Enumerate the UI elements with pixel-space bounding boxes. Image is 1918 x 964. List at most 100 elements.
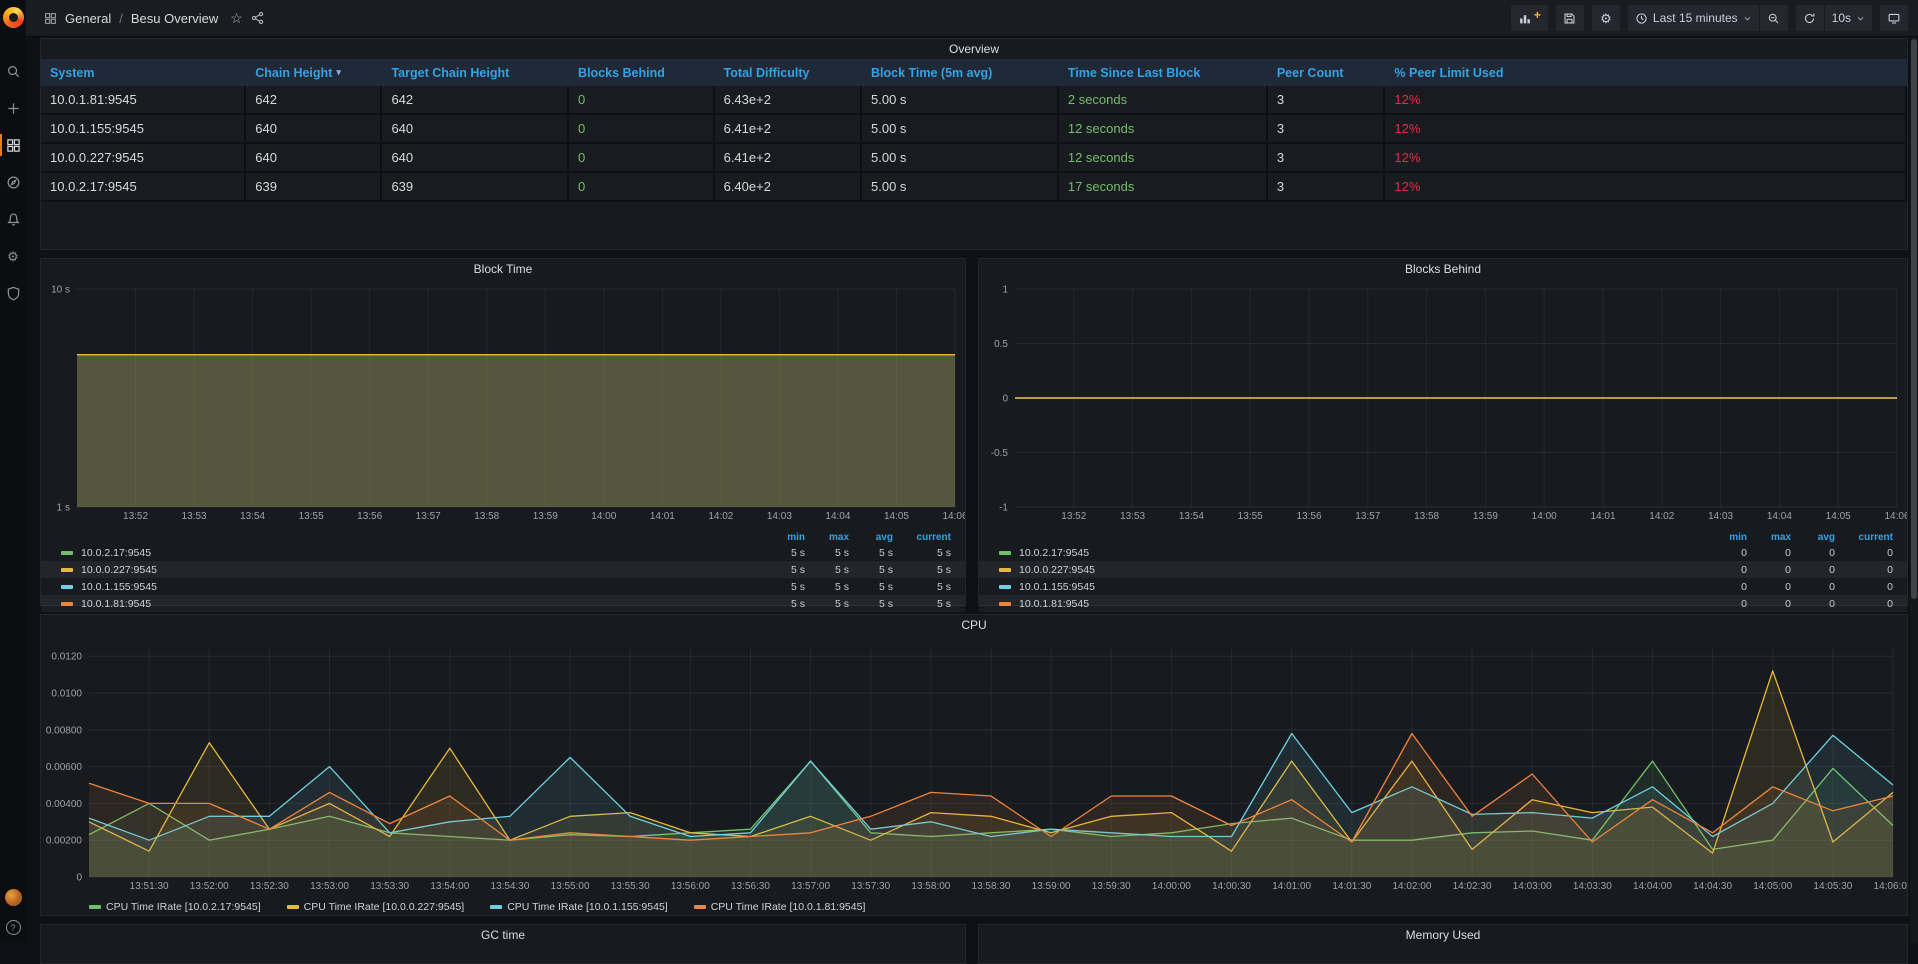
series-name[interactable]: 10.0.0.227:9545 (79, 564, 761, 576)
legend-stat-min[interactable]: min (1703, 532, 1747, 543)
share-icon[interactable] (251, 11, 265, 25)
grafana-logo[interactable] (3, 7, 24, 28)
sidebar-item-search[interactable] (0, 62, 26, 80)
svg-text:0.00200: 0.00200 (46, 836, 83, 847)
cycle-view-mode-button[interactable] (1880, 5, 1908, 31)
cell-time_since: 17 seconds (1059, 173, 1268, 202)
panel-title-memory-used[interactable]: Memory Used (979, 925, 1907, 945)
scrollbar-track[interactable] (1910, 37, 1918, 943)
svg-text:13:59: 13:59 (533, 511, 558, 522)
sidebar-item-server-admin[interactable] (0, 284, 26, 302)
blocks-behind-chart[interactable]: 13:5213:5313:5413:5513:5613:5713:5813:59… (979, 279, 1907, 523)
svg-text:13:52:00: 13:52:00 (190, 881, 229, 892)
user-avatar[interactable] (5, 889, 22, 906)
panel-title-block-time[interactable]: Block Time (41, 259, 965, 279)
legend-stat-min[interactable]: min (761, 532, 805, 543)
save-dashboard-button[interactable] (1556, 5, 1584, 31)
column-header-block_time[interactable]: Block Time (5m avg) (862, 59, 1059, 86)
svg-text:13:57: 13:57 (1355, 511, 1380, 522)
series-swatch-icon[interactable] (61, 551, 73, 555)
legend-stat-avg[interactable]: avg (849, 532, 893, 543)
time-range-label: Last 15 minutes (1653, 11, 1738, 25)
cell-chain_height: 640 (246, 115, 382, 144)
legend-row: 10.0.0.227:95455 s5 s5 s5 s (41, 561, 965, 578)
column-header-time_since[interactable]: Time Since Last Block (1059, 59, 1268, 86)
series-name[interactable]: 10.0.2.17:9545 (1017, 547, 1703, 559)
zoom-out-button[interactable] (1760, 5, 1788, 31)
svg-text:14:05:00: 14:05:00 (1753, 881, 1792, 892)
cell-total_difficulty: 6.41e+2 (715, 144, 862, 173)
series-swatch-icon[interactable] (999, 585, 1011, 589)
cell-peer_count: 3 (1268, 173, 1386, 202)
panel-title-blocks-behind[interactable]: Blocks Behind (979, 259, 1907, 279)
legend-item[interactable]: CPU Time IRate [10.0.0.227:9545] (287, 901, 465, 913)
svg-text:1: 1 (1002, 285, 1008, 296)
sidebar-item-configuration[interactable]: ⚙ (0, 247, 26, 265)
svg-text:13:56: 13:56 (1296, 511, 1321, 522)
legend-stat-current[interactable]: current (893, 532, 951, 543)
sidebar-item-alerting[interactable] (0, 210, 26, 228)
sort-desc-icon: ▾ (336, 67, 341, 78)
cell-total_difficulty: 6.43e+2 (715, 86, 862, 115)
legend-row: 10.0.2.17:95450000 (979, 544, 1907, 561)
svg-text:14:01: 14:01 (650, 511, 675, 522)
svg-text:0: 0 (76, 873, 82, 884)
legend-value-avg: 0 (1791, 581, 1835, 593)
series-swatch-icon[interactable] (999, 568, 1011, 572)
legend-stat-max[interactable]: max (805, 532, 849, 543)
cpu-legend: CPU Time IRate [10.0.2.17:9545] CPU Time … (41, 898, 1907, 916)
svg-text:0: 0 (1002, 394, 1008, 405)
column-header-target_chain_height[interactable]: Target Chain Height (382, 59, 569, 86)
legend-stat-avg[interactable]: avg (1791, 532, 1835, 543)
sidebar-item-create[interactable] (0, 99, 26, 117)
svg-text:13:53:00: 13:53:00 (310, 881, 349, 892)
time-range-picker[interactable]: Last 15 minutes (1628, 5, 1759, 31)
breadcrumb-page-title[interactable]: Besu Overview (131, 11, 218, 26)
series-name[interactable]: 10.0.1.81:9545 (79, 598, 761, 610)
breadcrumb-section[interactable]: General (65, 11, 111, 26)
cell-system: 10.0.1.155:9545 (41, 115, 246, 144)
series-swatch-icon[interactable] (999, 551, 1011, 555)
series-swatch-icon[interactable] (61, 602, 73, 606)
scrollbar-thumb[interactable] (1911, 39, 1917, 599)
shield-icon (6, 286, 21, 301)
add-panel-button[interactable]: + (1511, 5, 1548, 31)
refresh-interval-dropdown[interactable]: 10s (1825, 5, 1872, 31)
series-swatch-icon[interactable] (61, 568, 73, 572)
panel-title-cpu[interactable]: CPU (41, 615, 1907, 635)
star-icon[interactable]: ☆ (230, 10, 243, 27)
legend-item[interactable]: CPU Time IRate [10.0.1.81:9545] (694, 901, 866, 913)
sidebar-item-explore[interactable] (0, 173, 26, 191)
series-name[interactable]: 10.0.1.81:9545 (1017, 598, 1703, 610)
dashboard-settings-button[interactable]: ⚙ (1592, 5, 1620, 31)
series-name[interactable]: 10.0.0.227:9545 (1017, 564, 1703, 576)
sidebar-item-dashboards[interactable] (0, 136, 26, 154)
series-swatch-icon[interactable] (999, 602, 1011, 606)
column-header-blocks_behind[interactable]: Blocks Behind (569, 59, 715, 86)
refresh-button[interactable] (1796, 5, 1824, 31)
help-icon[interactable]: ? (6, 920, 21, 935)
series-name[interactable]: 10.0.1.155:9545 (1017, 581, 1703, 593)
column-header-peer_limit[interactable]: % Peer Limit Used (1385, 59, 1907, 86)
legend-item[interactable]: CPU Time IRate [10.0.2.17:9545] (89, 901, 261, 913)
cell-chain_height: 642 (246, 86, 382, 115)
column-header-system[interactable]: System (41, 59, 246, 86)
cpu-chart[interactable]: 13:51:3013:52:0013:52:3013:53:0013:53:30… (41, 635, 1907, 893)
panel-title-overview[interactable]: Overview (41, 39, 1907, 59)
column-header-peer_count[interactable]: Peer Count (1268, 59, 1386, 86)
series-name: CPU Time IRate [10.0.1.81:9545] (711, 901, 866, 913)
legend-item[interactable]: CPU Time IRate [10.0.1.155:9545] (490, 901, 668, 913)
legend-stat-current[interactable]: current (1835, 532, 1893, 543)
series-name[interactable]: 10.0.2.17:9545 (79, 547, 761, 559)
legend-value-max: 0 (1747, 564, 1791, 576)
cell-block_time: 5.00 s (862, 144, 1059, 173)
column-header-chain_height[interactable]: Chain Height▾ (246, 59, 382, 86)
block-time-chart[interactable]: 13:5213:5313:5413:5513:5613:5713:5813:59… (41, 279, 965, 523)
cell-system: 10.0.0.227:9545 (41, 144, 246, 173)
series-swatch-icon[interactable] (61, 585, 73, 589)
legend-stat-max[interactable]: max (1747, 532, 1791, 543)
column-header-total_difficulty[interactable]: Total Difficulty (715, 59, 862, 86)
panel-title-gc-time[interactable]: GC time (41, 925, 965, 945)
series-name[interactable]: 10.0.1.155:9545 (79, 581, 761, 593)
legend-value-min: 5 s (761, 564, 805, 576)
